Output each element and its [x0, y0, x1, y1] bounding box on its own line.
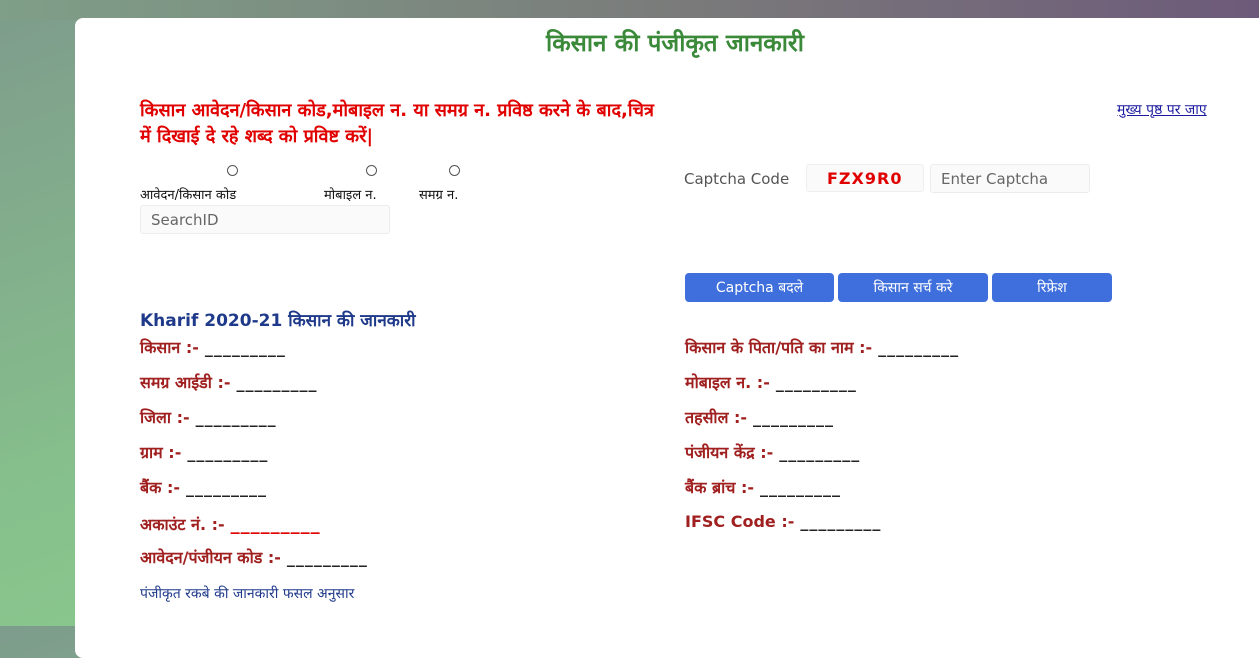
- field-label: बैंक :-: [140, 478, 181, 497]
- page-title: किसान की पंजीकृत जानकारी: [546, 29, 804, 57]
- field-mobile: मोबाइल न. :- _________: [685, 371, 857, 393]
- field-label: IFSC Code :-: [685, 512, 795, 531]
- field-label: तहसील :-: [685, 408, 748, 427]
- field-value: _________: [753, 408, 835, 427]
- field-label: किसान के पिता/पति का नाम :-: [685, 338, 873, 357]
- field-label: बैंक ब्रांच :-: [685, 478, 755, 497]
- captcha-code: FZX9R0: [806, 164, 924, 192]
- change-captcha-button[interactable]: Captcha बदले: [685, 273, 834, 302]
- field-value: _________: [878, 338, 960, 357]
- field-samagra-id: समग्र आईडी :- _________: [140, 371, 318, 393]
- field-registration-center: पंजीयन केंद्र :- _________: [685, 441, 860, 463]
- field-label: ग्राम :-: [140, 443, 182, 462]
- radio-samagra[interactable]: [449, 165, 460, 176]
- field-label: आवेदन/पंजीयन कोड :-: [140, 548, 281, 567]
- field-bank-branch: बैंक ब्रांच :- _________: [685, 476, 841, 498]
- radio-label-application-code: आवेदन/किसान कोड: [140, 188, 237, 203]
- crop-area-note: पंजीकृत रकबे की जानकारी फसल अनुसार: [140, 586, 355, 602]
- field-father-husband-name: किसान के पिता/पति का नाम :- _________: [685, 336, 959, 358]
- field-value: _________: [186, 478, 268, 497]
- captcha-label: Captcha Code: [684, 170, 790, 188]
- field-value: _________: [800, 512, 882, 531]
- section-title: Kharif 2020-21 किसान की जानकारी: [140, 311, 416, 331]
- field-label: समग्र आईडी :-: [140, 373, 231, 392]
- field-value: _________: [195, 408, 277, 427]
- main-card: किसान की पंजीकृत जानकारी किसान आवेदन/किस…: [75, 18, 1259, 658]
- field-tehsil: तहसील :- _________: [685, 406, 834, 428]
- home-link[interactable]: मुख्य पृष्ठ पर जाए: [1117, 100, 1207, 119]
- field-ifsc-code: IFSC Code :- _________: [685, 512, 881, 531]
- field-bank: बैंक :- _________: [140, 476, 267, 498]
- radio-label-samagra: समग्र न.: [419, 188, 459, 203]
- field-value: _________: [187, 443, 269, 462]
- radio-application-code[interactable]: [227, 165, 238, 176]
- field-value: _________: [230, 514, 321, 535]
- top-band: [0, 0, 1259, 20]
- radio-label-mobile: मोबाइल न.: [324, 188, 377, 203]
- field-value: _________: [775, 373, 857, 392]
- field-value: _________: [760, 478, 842, 497]
- field-value: _________: [204, 338, 286, 357]
- field-label: अकाउंट नं. :-: [140, 515, 225, 534]
- field-value: _________: [286, 548, 368, 567]
- field-value: _________: [779, 443, 861, 462]
- search-farmer-button[interactable]: किसान सर्च करे: [838, 273, 988, 302]
- field-farmer-name: किसान :- _________: [140, 336, 286, 358]
- field-label: जिला :-: [140, 408, 190, 427]
- captcha-input[interactable]: [930, 164, 1090, 193]
- radio-mobile[interactable]: [366, 165, 377, 176]
- field-label: किसान :-: [140, 338, 199, 357]
- search-id-input[interactable]: [140, 205, 390, 234]
- field-label: मोबाइल न. :-: [685, 373, 770, 392]
- field-registration-code: आवेदन/पंजीयन कोड :- _________: [140, 546, 368, 568]
- field-district: जिला :- _________: [140, 406, 277, 428]
- refresh-button[interactable]: रिफ्रेश: [992, 273, 1112, 302]
- field-account-number: अकाउंट नं. :- _________: [140, 513, 321, 535]
- field-value: _________: [236, 373, 318, 392]
- field-label: पंजीयन केंद्र :-: [685, 443, 774, 462]
- field-village: ग्राम :- _________: [140, 441, 268, 463]
- instruction-text: किसान आवेदन/किसान कोड,मोबाइल न. या समग्र…: [140, 100, 654, 147]
